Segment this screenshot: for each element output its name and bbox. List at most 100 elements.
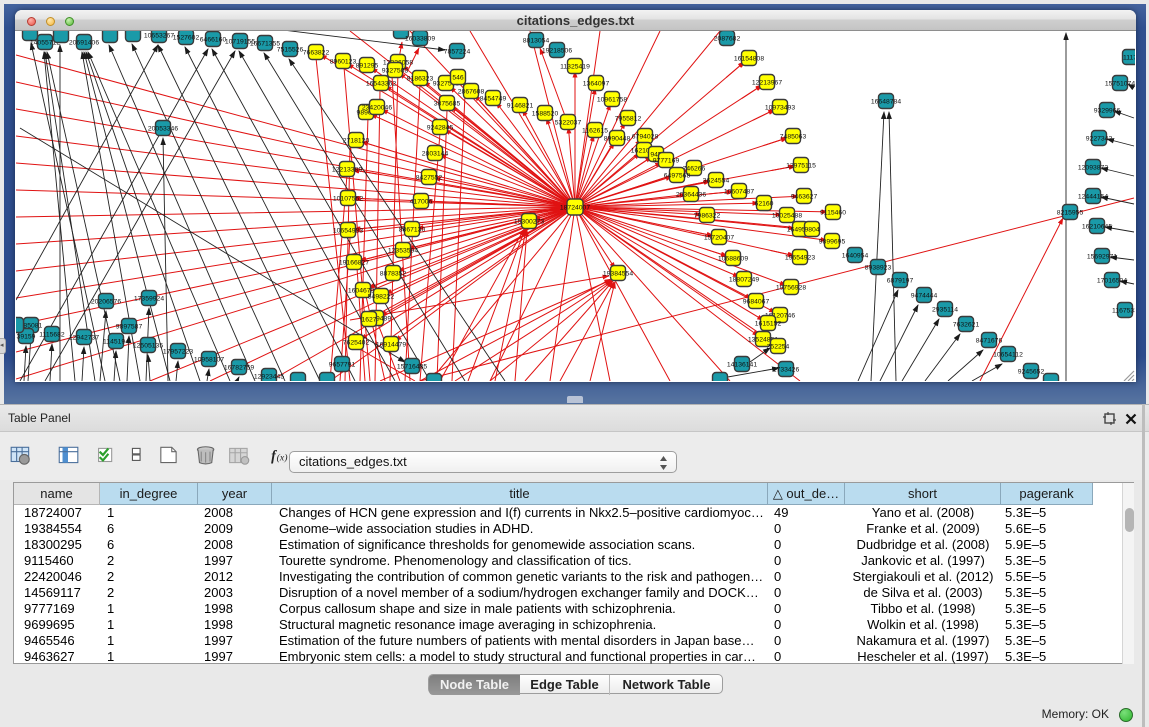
svg-text:15692971: 15692971 [1087,253,1117,260]
svg-text:10654983: 10654983 [333,227,363,234]
svg-text:9899695: 9899695 [819,238,846,245]
svg-text:14136141: 14136141 [727,361,757,368]
svg-text:6466160: 6466160 [200,36,227,43]
svg-text:6794028: 6794028 [632,133,659,140]
svg-text:1117: 1117 [1123,54,1135,61]
svg-text:2718120: 2718120 [343,137,370,144]
svg-text:7515526: 7515526 [277,46,304,53]
svg-text:10025488: 10025488 [772,212,802,219]
svg-text:9657791: 9657791 [329,361,356,368]
svg-text:7663822: 7663822 [303,49,330,56]
svg-text:16543362: 16543362 [366,80,396,87]
svg-text:17016504: 17016504 [1097,277,1127,284]
svg-text:20053346: 20053346 [148,125,178,132]
svg-text:7485063: 7485063 [780,133,807,140]
svg-text:12213389: 12213389 [332,166,362,173]
svg-text:746266: 746266 [683,165,706,172]
svg-text:15720407: 15720407 [704,234,734,241]
svg-text:2087682: 2087682 [714,35,741,42]
svg-text:1615152: 1615152 [755,320,782,327]
svg-text:19166827: 19166827 [339,259,369,266]
svg-text:16671355: 16671355 [250,40,280,47]
svg-text:19654923: 19654923 [785,254,815,261]
svg-text:891295: 891295 [356,62,379,69]
svg-text:16914479: 16914479 [376,341,406,348]
svg-text:15751074: 15751074 [1105,80,1135,87]
svg-text:8813054: 8813054 [523,37,550,44]
svg-text:10107552: 10107552 [333,195,363,202]
svg-text:1627: 1627 [361,316,376,323]
svg-text:9245652: 9245652 [1018,368,1045,375]
svg-text:6879197: 6879197 [887,277,914,284]
svg-text:23420046: 23420046 [362,104,392,111]
svg-text:12975115: 12975115 [786,162,816,169]
svg-text:15716485: 15716485 [397,363,427,370]
svg-text:8186323: 8186323 [407,75,434,82]
svg-text:62160: 62160 [755,200,774,207]
svg-text:10961758: 10961758 [597,96,627,103]
svg-text:19384554: 19384554 [603,270,633,277]
svg-text:39159: 39159 [17,333,36,340]
svg-text:19218506: 19218506 [542,47,572,54]
svg-text:2803144: 2803144 [422,150,449,157]
svg-text:10958107: 10958107 [194,356,224,363]
svg-text:17957223: 17957223 [163,348,193,355]
svg-text:9463627: 9463627 [791,193,818,200]
svg-text:9146821: 9146821 [507,102,534,109]
svg-text:8938923: 8938923 [865,264,892,271]
svg-text:8471676: 8471676 [976,337,1003,344]
svg-text:1588520: 1588520 [532,110,559,117]
svg-text:10653267: 10653267 [144,32,174,39]
svg-text:1162615: 1162615 [582,127,608,134]
svg-text:10654112: 10654112 [993,351,1023,358]
svg-text:8960123: 8960123 [330,58,357,65]
svg-text:12923445: 12923445 [254,373,284,380]
svg-text:12213967: 12213967 [752,79,782,86]
svg-text:9474444: 9474444 [911,292,938,299]
svg-text:9777169: 9777169 [653,157,680,164]
svg-text:1364097: 1364097 [583,80,610,87]
svg-text:10973493: 10973493 [765,104,795,111]
svg-text:12505135: 12505135 [133,342,163,349]
svg-text:12444154: 12444154 [1078,193,1108,200]
svg-text:9804: 9804 [804,226,819,233]
svg-text:5322037: 5322037 [555,119,582,126]
svg-text:8990448: 8990448 [604,135,631,142]
svg-text:8878352: 8878352 [380,270,407,277]
svg-text:15300273: 15300273 [514,218,544,225]
svg-text:9897587: 9897587 [116,323,143,330]
svg-text:7955812: 7955812 [615,115,642,122]
svg-text:12093872: 12093872 [1078,164,1108,171]
svg-text:10688609: 10688609 [718,255,748,262]
svg-text:252254: 252254 [767,343,790,350]
svg-text:10607487: 10607487 [724,188,754,195]
svg-text:546: 546 [452,74,464,81]
svg-text:18807249: 18807249 [729,276,759,283]
svg-text:11325419: 11325419 [560,63,590,70]
svg-text:1527602: 1527602 [173,34,200,41]
svg-text:3875685: 3875685 [434,100,461,107]
svg-text:7857224: 7857224 [444,48,471,55]
svg-text:20364436: 20364436 [676,191,706,198]
svg-text:2867608: 2867608 [458,88,485,95]
svg-text:3624554: 3624554 [703,177,730,184]
svg-text:12353594: 12353594 [388,247,418,254]
svg-text:1733426: 1733426 [773,366,800,373]
svg-text:1167533: 1167533 [1112,307,1135,314]
svg-text:16210645: 16210645 [1082,223,1112,230]
svg-text:1640954: 1640954 [842,252,869,259]
svg-text:9115460: 9115460 [820,209,846,216]
svg-text:417006: 417006 [410,198,433,205]
svg-text:6497568: 6497568 [664,172,691,179]
svg-text:(x): (x) [277,452,288,463]
svg-text:20206576: 20206576 [91,298,121,305]
svg-text:2935114: 2935114 [932,306,958,313]
svg-text:16033809: 16033809 [405,35,435,42]
svg-text:8427552: 8427552 [416,174,443,181]
svg-text:9329966: 9329966 [1094,107,1121,114]
svg-text:9684067: 9684067 [743,298,770,305]
svg-text:19756928: 19756928 [776,284,806,291]
svg-text:16648784: 16648784 [871,98,901,105]
svg-text:18724007: 18724007 [560,204,590,211]
svg-text:7986322: 7986322 [694,212,721,219]
